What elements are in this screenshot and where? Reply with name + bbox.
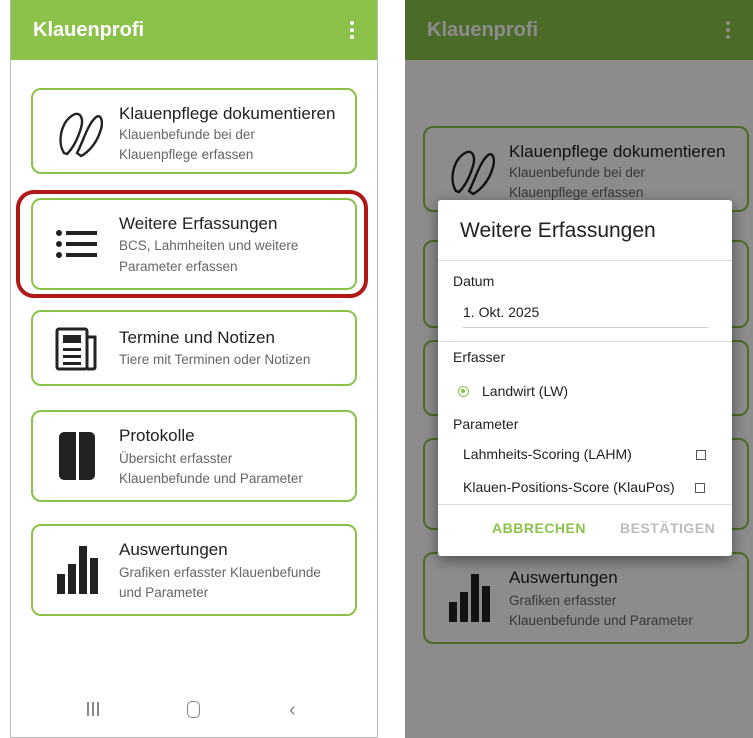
- book-icon: [59, 432, 95, 480]
- system-nav-bar: ‹: [11, 690, 377, 737]
- home-icon[interactable]: [187, 701, 200, 718]
- app-title: Klauenprofi: [33, 18, 145, 41]
- card-subtitle: Tiere mit Terminen oder Notizen: [119, 352, 311, 367]
- claw-icon: [59, 112, 103, 158]
- card-title: Protokolle: [119, 426, 195, 445]
- erfasser-label: Erfasser: [453, 349, 506, 365]
- parameter-klaupos-label[interactable]: Klauen-Positions-Score (KlauPos): [463, 479, 675, 495]
- parameter-klaupos-checkbox[interactable]: [695, 483, 705, 493]
- parameter-lahm-checkbox[interactable]: [696, 450, 706, 460]
- divider: [438, 504, 732, 505]
- menu-card-auswertungen[interactable]: Auswertungen Grafiken erfasster Klauenbe…: [31, 524, 357, 616]
- card-title: Termine und Notizen: [119, 328, 275, 347]
- newspaper-icon: [55, 327, 97, 371]
- highlight-frame: [16, 190, 368, 298]
- erfasser-radio[interactable]: [458, 386, 469, 397]
- menu-card-termine[interactable]: Termine und Notizen Tiere mit Terminen o…: [31, 310, 357, 386]
- card-subtitle: Klauenbefunde und Parameter: [119, 471, 303, 486]
- phone-screen-home: Klauenprofi Klauenpflege dokumentieren K…: [10, 0, 378, 738]
- menu-card-protokolle[interactable]: Protokolle Übersicht erfasster Klauenbef…: [31, 410, 357, 502]
- phone-screen-dialog: Klauenprofi Klauenpflege dokumentieren K…: [405, 0, 753, 738]
- parameter-lahm-label[interactable]: Lahmheits-Scoring (LAHM): [463, 446, 632, 462]
- card-title: Auswertungen: [119, 540, 228, 559]
- card-title: Klauenpflege dokumentieren: [119, 104, 336, 123]
- bar-chart-icon: [57, 546, 98, 594]
- parameter-label: Parameter: [453, 416, 519, 432]
- cancel-button[interactable]: ABBRECHEN: [492, 520, 586, 536]
- recents-icon[interactable]: [87, 702, 99, 716]
- card-subtitle: Klauenpflege erfassen: [119, 147, 254, 162]
- card-subtitle: und Parameter: [119, 585, 209, 600]
- card-subtitle: Grafiken erfasster Klauenbefunde: [119, 565, 321, 580]
- overflow-menu-icon[interactable]: [337, 0, 367, 60]
- date-underline: [463, 327, 708, 328]
- confirm-button[interactable]: BESTÄTIGEN: [620, 520, 715, 536]
- date-field[interactable]: 1. Okt. 2025: [463, 304, 539, 320]
- card-subtitle: Übersicht erfasster: [119, 451, 233, 466]
- divider: [438, 260, 732, 261]
- dialog-title: Weitere Erfassungen: [460, 219, 656, 242]
- back-icon[interactable]: ‹: [289, 699, 296, 722]
- date-label: Datum: [453, 273, 495, 289]
- weitere-erfassungen-dialog: Weitere Erfassungen Datum 1. Okt. 2025 E…: [438, 200, 732, 556]
- menu-card-klauenpflege[interactable]: Klauenpflege dokumentieren Klauenbefunde…: [31, 88, 357, 174]
- card-subtitle: Klauenbefunde bei der: [119, 127, 255, 142]
- erfasser-option-label[interactable]: Landwirt (LW): [482, 383, 568, 399]
- divider: [438, 341, 732, 342]
- app-bar: Klauenprofi: [11, 0, 377, 60]
